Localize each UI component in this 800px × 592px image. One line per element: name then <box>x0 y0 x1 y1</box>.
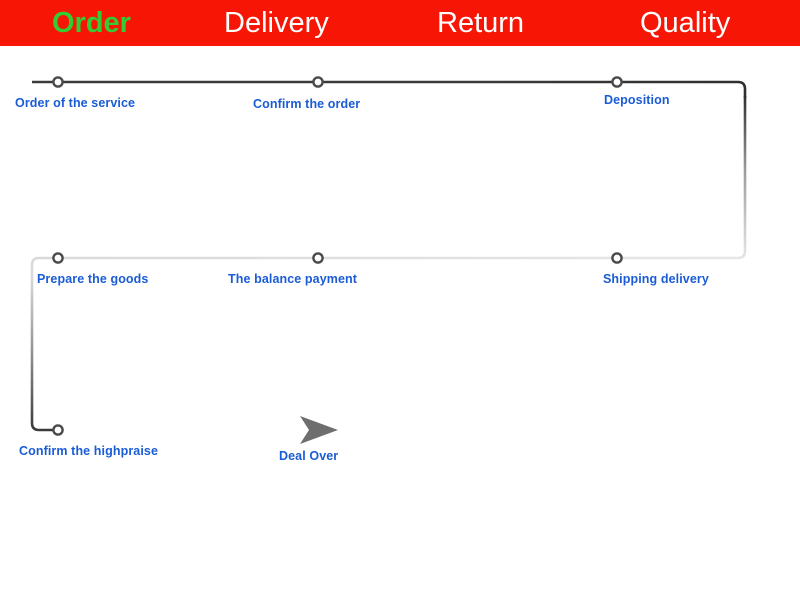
node-circle-confirm-the-highpraise[interactable] <box>52 424 64 436</box>
top-navigation-bar: Order Delivery Return Quality <box>0 0 800 46</box>
connector-left-descend <box>30 274 56 432</box>
node-label-confirm-the-highpraise: Confirm the highpraise <box>19 444 159 458</box>
node-label-deposition: Deposition <box>604 93 670 107</box>
node-circle-shipping-delivery[interactable] <box>611 252 623 264</box>
process-flow-diagram: Order of the service Confirm the order D… <box>0 46 800 592</box>
node-label-prepare-the-goods: Prepare the goods <box>37 272 149 286</box>
node-label-confirm-the-order: Confirm the order <box>253 97 361 111</box>
node-label-order-of-the-service: Order of the service <box>15 96 136 110</box>
node-circle-order-of-the-service[interactable] <box>52 76 64 88</box>
tab-return[interactable]: Return <box>437 0 524 46</box>
node-label-the-balance-payment: The balance payment <box>228 272 358 286</box>
node-circle-deposition[interactable] <box>611 76 623 88</box>
tab-quality[interactable]: Quality <box>640 0 730 46</box>
connector-right-descend <box>700 96 747 260</box>
tab-order[interactable]: Order <box>52 0 131 46</box>
node-label-deal-over: Deal Over <box>279 449 339 463</box>
node-circle-the-balance-payment[interactable] <box>312 252 324 264</box>
tab-delivery[interactable]: Delivery <box>224 0 329 46</box>
flow-connector-lines <box>30 76 747 444</box>
node-label-shipping-delivery: Shipping delivery <box>603 272 709 286</box>
node-circle-prepare-the-goods[interactable] <box>52 252 64 264</box>
node-circle-confirm-the-order[interactable] <box>312 76 324 88</box>
